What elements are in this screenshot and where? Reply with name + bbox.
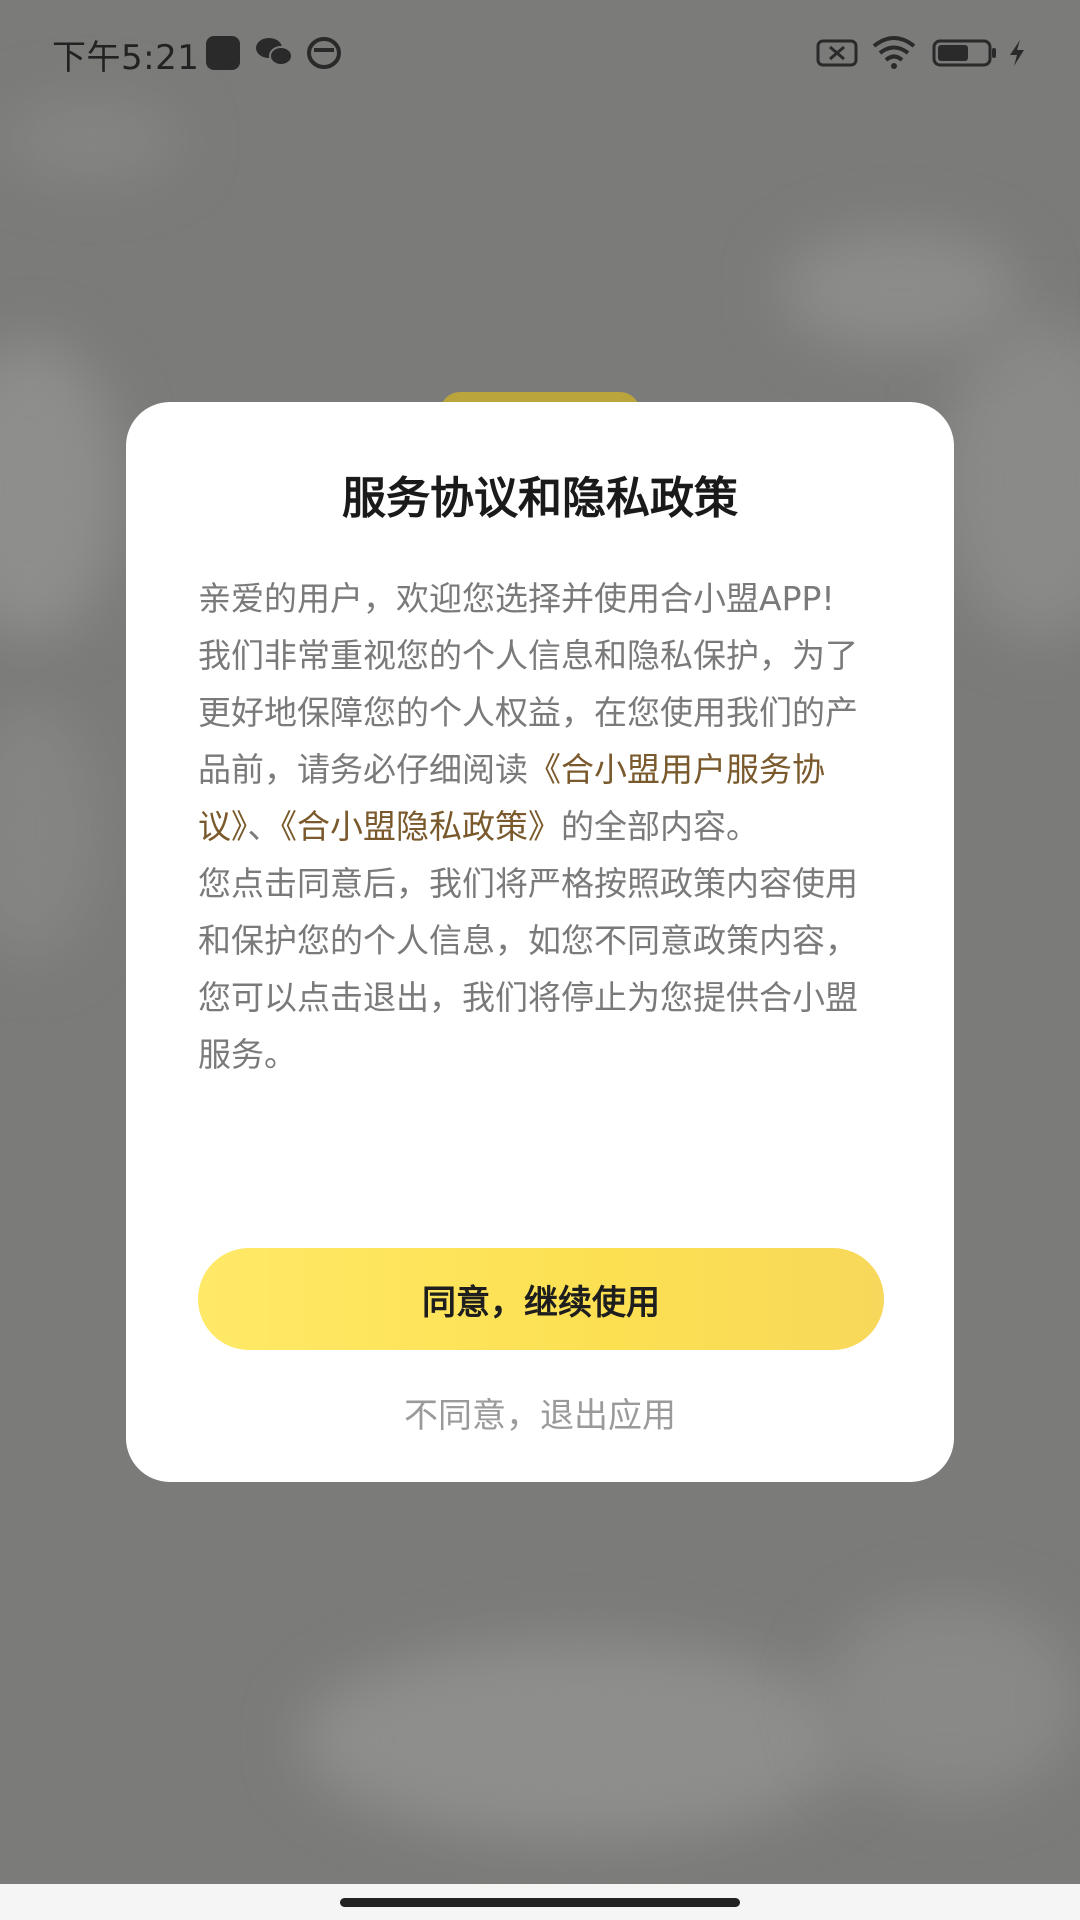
dialog-body: 亲爱的用户，欢迎您选择并使用合小盟APP! 我们非常重视您的个人信息和隐私保护，… — [198, 570, 878, 1083]
agree-continue-button[interactable]: 同意，继续使用 — [198, 1248, 884, 1350]
intro-text: 亲爱的用户，欢迎您选择并使用合小盟APP! — [198, 579, 835, 618]
status-time: 下午5:21 — [52, 38, 200, 78]
sim-disabled-icon — [816, 39, 858, 67]
shield-icon — [307, 37, 341, 69]
paragraph-suffix: 的全部内容。 — [561, 807, 759, 846]
charging-bolt-icon — [1010, 40, 1024, 66]
privacy-policy-link[interactable]: 《合小盟隐私政策》 — [281, 807, 562, 846]
consent-paragraph: 您点击同意后，我们将严格按照政策内容使用和保护您的个人信息，如您不同意政策内容，… — [198, 864, 858, 1074]
dialog-title: 服务协议和隐私政策 — [342, 473, 738, 524]
status-bar: 下午5:21 — [0, 0, 1080, 100]
separator-text: 、 — [247, 807, 281, 846]
wifi-icon — [872, 36, 916, 69]
battery-icon — [932, 39, 996, 67]
privacy-dialog: 服务协议和隐私政策 亲爱的用户，欢迎您选择并使用合小盟APP! 我们非常重视您的… — [126, 402, 954, 1482]
home-indicator[interactable] — [340, 1898, 740, 1907]
notification-square-icon — [206, 36, 240, 70]
privacy-paragraph: 我们非常重视您的个人信息和隐私保护，为了更好地保障您的个人权益，在您使用我们的产… — [198, 627, 878, 855]
wechat-icon — [256, 38, 293, 66]
decline-exit-button[interactable]: 不同意，退出应用 — [126, 1388, 954, 1437]
